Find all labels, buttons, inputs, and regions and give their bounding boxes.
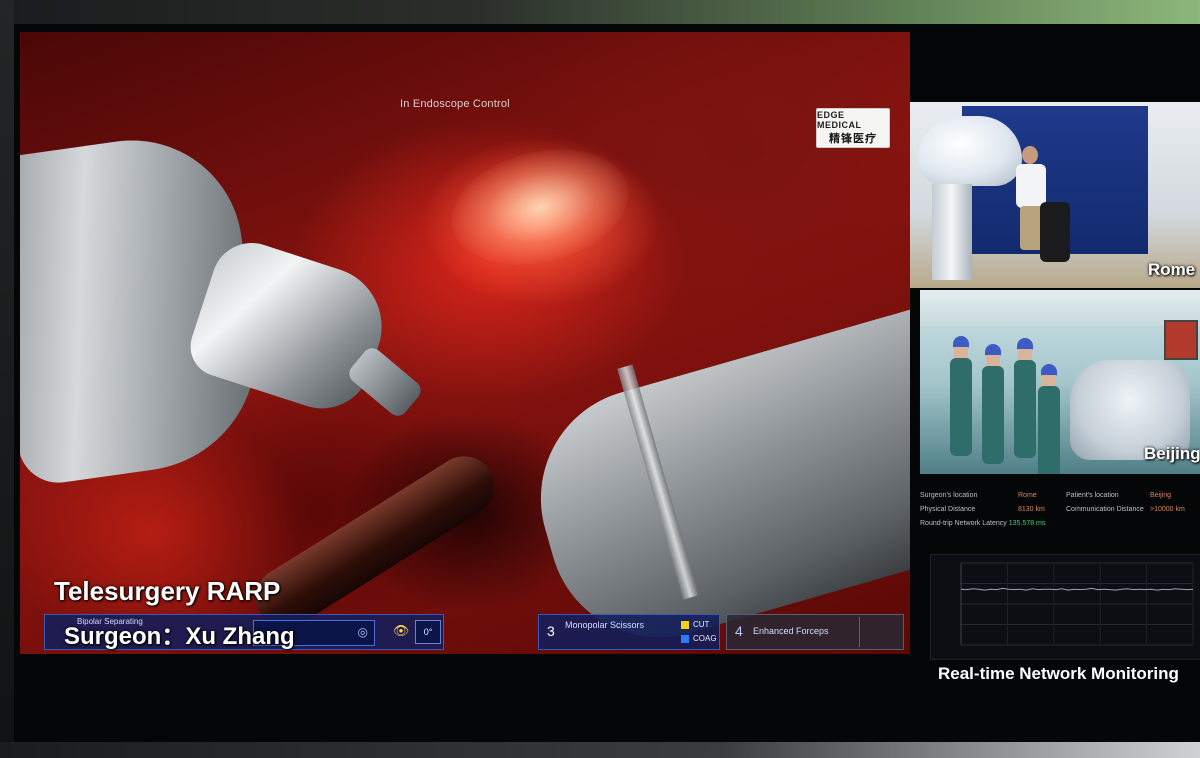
- surgical-gown: [982, 366, 1004, 464]
- surgeon-location-value: Rome: [1018, 492, 1037, 499]
- instrument-slot-3[interactable]: 3 Monopolar Scissors CUT COAG: [538, 614, 720, 650]
- camera-angle-badge[interactable]: 0°: [415, 620, 441, 644]
- physical-distance-value: 8130 km: [1018, 506, 1045, 513]
- brand-logo-line1: EDGE MEDICAL: [817, 110, 862, 130]
- latency-row: Round-trip Network Latency 135.578 ms: [920, 520, 1045, 527]
- staff-figure: [1038, 364, 1060, 474]
- display-screen: In Endoscope Control EDGE MEDICAL 精锋医疗 T…: [14, 24, 1200, 742]
- cut-label: CUT: [693, 620, 710, 629]
- surgeon-console: [918, 116, 1022, 186]
- instrument-4-empty-cell: [859, 617, 904, 647]
- surgeon-name: Surgeon：Xu Zhang: [64, 623, 295, 650]
- instrument-slot-4[interactable]: 4 Enhanced Forceps: [726, 614, 904, 650]
- camera-control-label: In Endoscope Control: [400, 98, 510, 110]
- operating-room-monitor: [1164, 320, 1198, 360]
- instrument-3-name: Monopolar Scissors: [565, 620, 645, 630]
- monitor-bezel-left: [0, 0, 14, 758]
- surgeon-console-base: [932, 184, 972, 280]
- coag-swatch-icon: [681, 634, 689, 643]
- surgeon-location-row: Surgeon's location: [920, 492, 977, 499]
- physical-distance-label: Physical Distance: [920, 506, 976, 513]
- staff-figure: [1014, 338, 1036, 458]
- latency-chart-svg: [960, 562, 1194, 646]
- physical-distance-value-row: 8130 km: [1018, 506, 1045, 513]
- cut-mode[interactable]: CUT: [681, 620, 709, 629]
- rome-camera-feed: Rome: [910, 102, 1200, 288]
- console-chair: [1040, 202, 1070, 262]
- cut-swatch-icon: [681, 620, 689, 629]
- surgeon-location-value-row: Rome: [1018, 492, 1037, 499]
- network-latency-chart: [930, 554, 1200, 660]
- surgical-gown: [1014, 360, 1036, 458]
- network-info-panel: Surgeon's location Rome Patient's locati…: [920, 488, 1200, 544]
- endoscope-feed: In Endoscope Control EDGE MEDICAL 精锋医疗 T…: [20, 32, 910, 654]
- brand-logo: EDGE MEDICAL 精锋医疗: [816, 108, 890, 148]
- latency-value: 135.578 ms: [1008, 520, 1046, 527]
- monitor-bezel-top: [0, 0, 1200, 24]
- procedure-title: Telesurgery RARP: [54, 576, 281, 606]
- coag-label: COAG: [693, 634, 717, 643]
- patient-location-value: Beijing: [1150, 492, 1172, 499]
- communication-distance-label: Communication Distance: [1066, 506, 1144, 513]
- beijing-label: Beijing: [1144, 444, 1200, 463]
- patient-location-value-row: Beijing: [1150, 492, 1171, 499]
- beijing-camera-feed: Beijing: [920, 290, 1200, 474]
- surgical-gown: [1038, 386, 1060, 474]
- instrument-4-name: Enhanced Forceps: [753, 626, 829, 636]
- surgeon-location-label: Surgeon's location: [920, 492, 978, 499]
- latency-label: Round-trip Network Latency: [920, 520, 1007, 527]
- latency-series-line: [960, 587, 1194, 591]
- patient-location-row: Patient's location: [1066, 492, 1119, 499]
- surgeon-head: [1022, 146, 1038, 164]
- coag-mode[interactable]: COAG: [681, 634, 717, 643]
- patient-location-label: Patient's location: [1066, 492, 1119, 499]
- instrument-3-number: 3: [547, 623, 555, 639]
- monitor-bezel-bottom: [0, 742, 1200, 758]
- communication-distance-row: Communication Distance: [1066, 506, 1144, 513]
- camera-indicator-icon: ◎: [357, 625, 368, 639]
- staff-figure: [950, 336, 972, 456]
- operating-room-ceiling: [920, 290, 1200, 326]
- rome-label: Rome: [1148, 260, 1196, 279]
- side-panel: Rome Beijing Surgeon's location Rome Pat…: [910, 102, 1200, 662]
- communication-distance-value: >10000 km: [1150, 506, 1185, 513]
- brand-logo-line2: 精锋医疗: [829, 133, 877, 145]
- surgeon-torso: [1016, 164, 1046, 208]
- instrument-4-number: 4: [735, 623, 743, 639]
- network-monitoring-title: Real-time Network Monitoring: [938, 664, 1179, 683]
- eye-icon[interactable]: 👁: [391, 620, 411, 642]
- surgical-gown: [950, 358, 972, 456]
- staff-figure: [982, 344, 1004, 464]
- physical-distance-row: Physical Distance: [920, 506, 975, 513]
- communication-distance-value-row: >10000 km: [1150, 506, 1185, 513]
